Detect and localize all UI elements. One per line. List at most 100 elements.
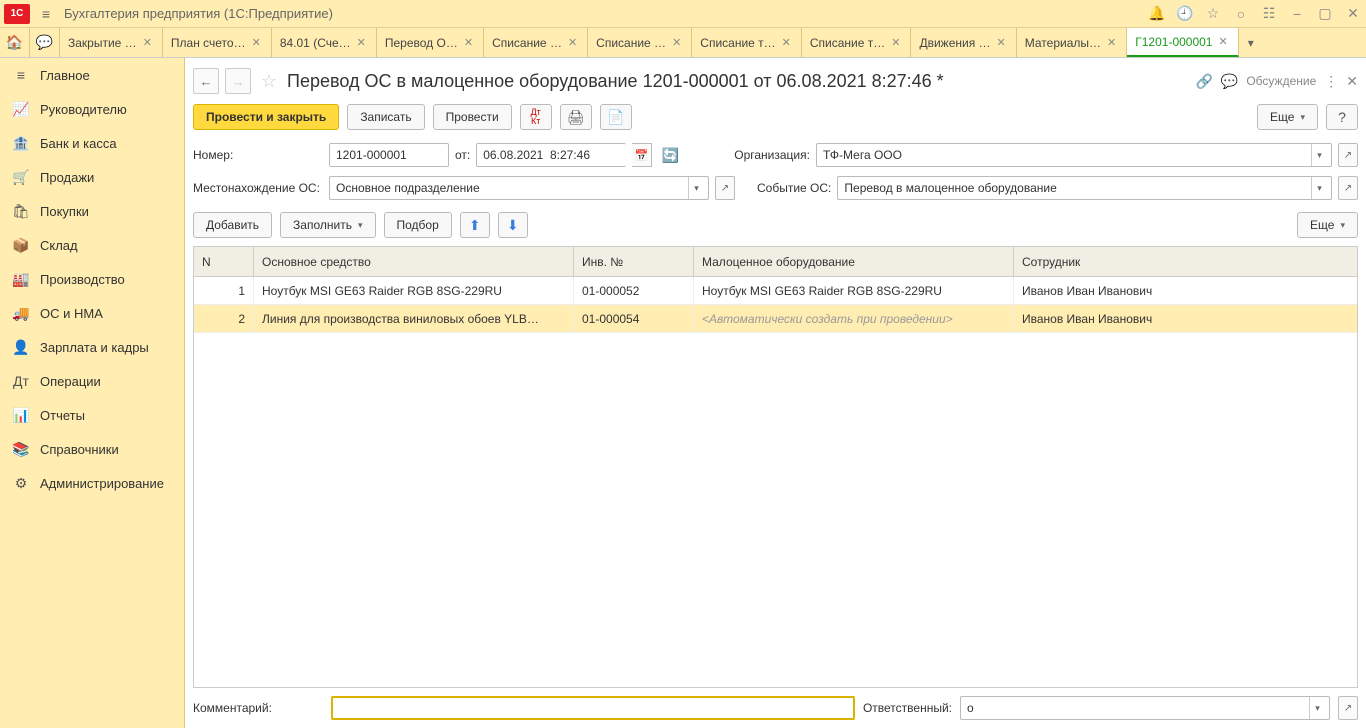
sidebar-item-admin[interactable]: ⚙Администрирование [0, 466, 184, 500]
tab-close-icon[interactable]: ✕ [889, 36, 902, 49]
add-button[interactable]: Добавить [193, 212, 272, 238]
write-button[interactable]: Записать [347, 104, 424, 130]
table-more-button[interactable]: Еще [1297, 212, 1358, 238]
tab-close-icon[interactable]: ✕ [566, 36, 579, 49]
event-select[interactable]: Перевод в малоценное оборудование▾ [837, 176, 1332, 200]
chevron-down-icon[interactable]: ▾ [1309, 697, 1325, 719]
forward-button[interactable]: → [225, 68, 251, 94]
tab[interactable]: Материалы…✕ [1017, 28, 1127, 57]
sidebar-item-reports[interactable]: 📊Отчеты [0, 398, 184, 432]
tab-close-icon[interactable]: ✕ [1105, 36, 1118, 49]
fill-button[interactable]: Заполнить [280, 212, 375, 238]
tab[interactable]: Перевод О…✕ [377, 28, 484, 57]
favorite-icon[interactable]: ☆ [257, 69, 281, 93]
hamburger-icon[interactable]: ≡ [36, 6, 56, 22]
sidebar-item-manager[interactable]: 📈Руководителю [0, 92, 184, 126]
discussion-icon[interactable]: 💬 [1221, 73, 1238, 90]
tab[interactable]: 84.01 (Сче…✕ [272, 28, 377, 57]
person-icon: 👤 [12, 339, 30, 356]
filter-icon[interactable]: ☷ [1260, 5, 1278, 23]
expand-icon[interactable]: ↗ [715, 176, 735, 200]
move-down-button[interactable]: ⬇ [498, 212, 528, 238]
tab-close-icon[interactable]: ✕ [462, 36, 475, 49]
options-icon[interactable]: ○ [1232, 5, 1250, 23]
conduct-button[interactable]: Провести [433, 104, 512, 130]
app-title: Бухгалтерия предприятия (1С:Предприятие) [64, 6, 1148, 21]
tab-close-icon[interactable]: ✕ [995, 36, 1008, 49]
document-icon[interactable]: 📄 [600, 104, 632, 130]
th-number[interactable]: N [194, 247, 254, 276]
chevron-down-icon[interactable]: ▾ [1311, 144, 1327, 166]
home-icon[interactable]: 🏠 [0, 28, 30, 57]
maximize-icon[interactable]: ▢ [1316, 5, 1334, 23]
number-field[interactable] [329, 143, 449, 167]
content-area: ← → ☆ Перевод ОС в малоценное оборудован… [185, 58, 1366, 728]
refresh-icon[interactable]: 🔄 [658, 142, 682, 168]
truck-icon: 🚚 [12, 305, 30, 322]
tab-dropdown-icon[interactable]: ▾ [1239, 28, 1263, 57]
sidebar-item-bank[interactable]: 🏦Банк и касса [0, 126, 184, 160]
table-row[interactable]: 1 Ноутбук MSI GE63 Raider RGB 8SG-229RU … [194, 277, 1357, 305]
comment-field[interactable] [331, 696, 855, 720]
expand-icon[interactable]: ↗ [1338, 143, 1358, 167]
chevron-down-icon[interactable]: ▾ [1311, 177, 1327, 199]
close-panel-icon[interactable]: ✕ [1346, 73, 1358, 90]
sidebar-item-label: Операции [40, 374, 101, 389]
sidebar-item-operations[interactable]: ДтОперации [0, 364, 184, 398]
discussion-label[interactable]: Обсуждение [1246, 74, 1316, 88]
tab-close-icon[interactable]: ✕ [141, 36, 154, 49]
tab-close-icon[interactable]: ✕ [355, 36, 368, 49]
chevron-down-icon[interactable]: ▾ [688, 177, 704, 199]
kebab-icon[interactable]: ⋮ [1324, 73, 1338, 90]
tab[interactable]: Списание …✕ [484, 28, 588, 57]
sidebar-item-assets[interactable]: 🚚ОС и НМА [0, 296, 184, 330]
org-select[interactable]: ТФ-Мега ООО▾ [816, 143, 1332, 167]
sidebar-item-production[interactable]: 🏭Производство [0, 262, 184, 296]
tab[interactable]: Списание …✕ [588, 28, 692, 57]
calendar-icon[interactable]: 📅 [632, 143, 652, 167]
tab[interactable]: Закрытие …✕ [60, 28, 163, 57]
th-lowvalue[interactable]: Малоценное оборудование [694, 247, 1014, 276]
tab[interactable]: План счето…✕ [163, 28, 272, 57]
date-field[interactable] [476, 143, 626, 167]
table-row[interactable]: 2 Линия для производства виниловых обоев… [194, 305, 1357, 333]
sidebar-item-sales[interactable]: 🛒Продажи [0, 160, 184, 194]
th-employee[interactable]: Сотрудник [1014, 247, 1357, 276]
star-icon[interactable]: ☆ [1204, 5, 1222, 23]
bell-icon[interactable]: 🔔 [1148, 5, 1166, 23]
tab-close-icon[interactable]: ✕ [1216, 35, 1229, 48]
select-button[interactable]: Подбор [384, 212, 452, 238]
cart-icon: 🛒 [12, 169, 30, 186]
number-label: Номер: [193, 148, 323, 162]
tab[interactable]: Списание т…✕ [802, 28, 912, 57]
expand-icon[interactable]: ↗ [1338, 176, 1358, 200]
th-asset[interactable]: Основное средство [254, 247, 574, 276]
close-icon[interactable]: ✕ [1344, 5, 1362, 23]
sidebar-item-references[interactable]: 📚Справочники [0, 432, 184, 466]
sidebar-item-hr[interactable]: 👤Зарплата и кадры [0, 330, 184, 364]
responsible-select[interactable]: о▾ [960, 696, 1330, 720]
history-icon[interactable]: 🕘 [1176, 5, 1194, 23]
tab-close-icon[interactable]: ✕ [250, 36, 263, 49]
dtkt-icon[interactable]: ДтКт [520, 104, 552, 130]
sidebar-item-warehouse[interactable]: 📦Склад [0, 228, 184, 262]
sidebar-item-purchases[interactable]: 🛍Покупки [0, 194, 184, 228]
expand-icon[interactable]: ↗ [1338, 696, 1358, 720]
link-icon[interactable]: 🔗 [1195, 73, 1212, 90]
help-button[interactable]: ? [1326, 104, 1358, 130]
back-button[interactable]: ← [193, 68, 219, 94]
tab-close-icon[interactable]: ✕ [670, 36, 683, 49]
more-button[interactable]: Еще [1257, 104, 1318, 130]
sidebar-item-main[interactable]: ≡Главное [0, 58, 184, 92]
print-icon[interactable]: 🖨 [560, 104, 592, 130]
chat-icon[interactable]: 💬 [30, 28, 60, 57]
conduct-close-button[interactable]: Провести и закрыть [193, 104, 339, 130]
location-select[interactable]: Основное подразделение▾ [329, 176, 709, 200]
tab-active[interactable]: Г1201-000001✕ [1127, 28, 1238, 57]
minimize-icon[interactable]: − [1288, 5, 1306, 23]
move-up-button[interactable]: ⬆ [460, 212, 490, 238]
tab[interactable]: Списание т…✕ [692, 28, 802, 57]
tab-close-icon[interactable]: ✕ [780, 36, 793, 49]
th-inv[interactable]: Инв. № [574, 247, 694, 276]
tab[interactable]: Движения …✕ [911, 28, 1016, 57]
